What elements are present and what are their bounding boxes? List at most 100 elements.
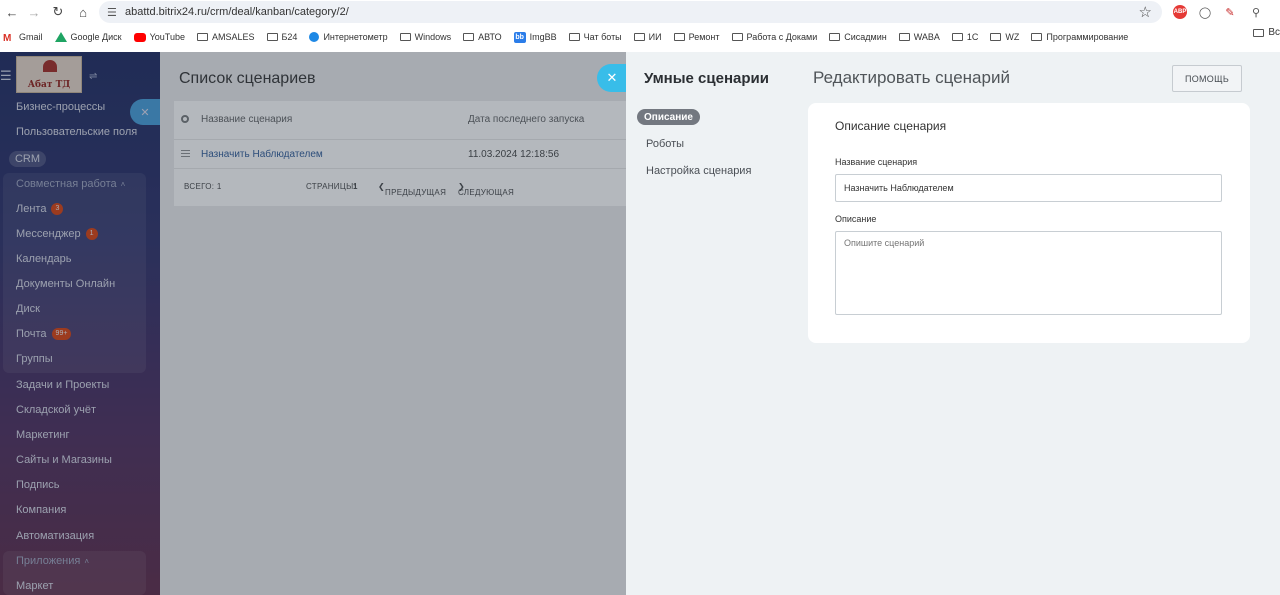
left-sidebar: ☰ Абат ТД ⇌ CRM Бизнес-процессы Пользоват…: [0, 52, 160, 595]
bookmark-item[interactable]: Windows: [399, 32, 452, 42]
description-field-label: Описание: [835, 214, 877, 224]
bookmark-label: Чат боты: [583, 32, 622, 42]
bookmark-label: 1С: [966, 32, 979, 42]
address-bar[interactable]: ☰ abattd.bitrix24.ru/crm/deal/kanban/cat…: [99, 1, 1162, 23]
bookmark-item[interactable]: WZ: [990, 32, 1019, 42]
prev-page-button[interactable]: ❮ ПРЕДЫДУЩАЯ: [378, 182, 446, 197]
sidebar-collapse-button[interactable]: ✕: [130, 99, 160, 125]
total-count: ВСЕГО: 1: [184, 182, 222, 191]
bookmark-item[interactable]: АВТО: [463, 32, 502, 42]
bookmark-label: WABA: [913, 32, 940, 42]
bookmark-label: ИИ: [648, 32, 662, 42]
folder-icon: [898, 33, 910, 41]
pages-label: СТРАНИЦЫ:: [306, 182, 356, 191]
bookmark-label: Windows: [414, 32, 452, 42]
row-menu-icon[interactable]: [181, 150, 190, 157]
folder-icon: [1253, 28, 1265, 37]
bookmark-item[interactable]: Сисадмин: [829, 32, 887, 42]
reload-icon[interactable]: ↻: [46, 0, 70, 24]
page-number[interactable]: 1: [353, 182, 358, 191]
folder-icon: [196, 33, 208, 41]
edit-scenario-title: Редактировать сценарий: [813, 68, 1010, 87]
adblock-icon[interactable]: ABP: [1173, 5, 1187, 19]
help-button[interactable]: ПОМОЩЬ: [1172, 65, 1242, 92]
bookmark-label: WZ: [1005, 32, 1020, 42]
browser-toolbar: ← → ↻ ⌂ ☰ abattd.bitrix24.ru/crm/deal/ka…: [0, 0, 1280, 24]
folder-icon: [731, 33, 743, 41]
bookmark-item[interactable]: 1С: [951, 32, 979, 42]
close-slider-button[interactable]: ✕: [597, 64, 627, 92]
bookmark-label: АВТО: [478, 32, 502, 42]
folder-icon: [463, 33, 475, 41]
grid-footer: ВСЕГО: 1 СТРАНИЦЫ: 1 ❮ ПРЕДЫДУЩАЯ СЛЕДУЮ…: [174, 176, 626, 198]
overlay-dim: [0, 52, 160, 595]
scenario-name-link[interactable]: Назначить Наблюдателем: [201, 149, 323, 160]
bookmark-item[interactable]: Программирование: [1031, 32, 1128, 42]
bookmark-item[interactable]: WABA: [898, 32, 940, 42]
site-settings-icon[interactable]: ☰: [107, 6, 125, 19]
next-page-label: СЛЕДУЮЩАЯ: [458, 188, 515, 197]
bookmark-label: Б24: [281, 32, 298, 42]
bookmark-item[interactable]: ИИ: [633, 32, 662, 42]
bookmark-item[interactable]: Чат боты: [568, 32, 622, 42]
folder-icon: [399, 33, 411, 41]
scenario-name-input[interactable]: [835, 174, 1222, 202]
scenario-list-area: Список сценариев Название сценария Дата …: [160, 52, 626, 595]
forward-arrow-icon[interactable]: →: [22, 0, 46, 24]
bookmark-label: Работа с Доками: [746, 32, 818, 42]
bookmark-label: Google Диск: [70, 32, 122, 42]
nav-robots[interactable]: Роботы: [646, 138, 684, 150]
extensions-icon[interactable]: ⚲: [1247, 3, 1265, 21]
globe-icon[interactable]: ◯: [1196, 3, 1214, 21]
panel-title: Умные сценарии: [644, 70, 769, 87]
folder-icon: [990, 33, 1002, 41]
bookmarks-bar: M Gmail Google Диск YouTube AMSALES Б24 Интерн…: [0, 27, 1280, 47]
bookmark-label: Программирование: [1046, 32, 1129, 42]
next-page-button[interactable]: СЛЕДУЮЩАЯ ❯: [458, 182, 514, 197]
bookmark-item[interactable]: AMSALES: [196, 32, 255, 42]
name-field-label: Название сценария: [835, 157, 918, 167]
nav-scenario-settings[interactable]: Настройка сценария: [646, 165, 751, 177]
grid-settings-icon[interactable]: [181, 115, 189, 123]
bookmark-item[interactable]: Google Диск: [54, 32, 122, 42]
grid-header: Название сценария Дата последнего запуск…: [174, 101, 626, 137]
bitrix-app: ☰ Абат ТД ⇌ CRM Бизнес-процессы Пользоват…: [0, 52, 1280, 595]
imgbb-icon: bb: [513, 31, 526, 43]
scenario-description-textarea[interactable]: [835, 231, 1222, 315]
home-icon[interactable]: ⌂: [71, 0, 95, 24]
back-arrow-icon[interactable]: ←: [0, 0, 24, 24]
youtube-icon: [133, 32, 146, 42]
bookmark-item[interactable]: YouTube: [133, 32, 185, 42]
bookmarks-more[interactable]: Вс: [1253, 27, 1280, 38]
folder-icon: [951, 33, 963, 41]
bookmark-item[interactable]: Б24: [266, 32, 298, 42]
bookmark-label: AMSALES: [211, 32, 255, 42]
google-drive-icon: [54, 32, 67, 42]
star-icon[interactable]: ☆: [1139, 3, 1152, 21]
bookmark-item[interactable]: M Gmail: [3, 32, 43, 44]
prev-page-label: ПРЕДЫДУЩАЯ: [385, 188, 447, 197]
bookmark-item[interactable]: Работа с Доками: [731, 32, 818, 42]
bookmark-item[interactable]: Ремонт: [673, 32, 720, 42]
scenario-description-card: Описание сценария Название сценария Опис…: [808, 103, 1250, 343]
gmail-icon: M: [3, 32, 12, 44]
folder-icon: [633, 33, 645, 41]
bookmark-label: Сисадмин: [844, 32, 887, 42]
bookmark-label: YouTube: [149, 32, 185, 42]
bookmarks-more-label: Вс: [1268, 27, 1280, 38]
column-header-name[interactable]: Название сценария: [201, 114, 292, 125]
speedometer-icon: [309, 32, 320, 42]
nav-description[interactable]: Описание: [637, 109, 700, 125]
card-title: Описание сценария: [835, 119, 947, 133]
pen-icon[interactable]: ✎: [1221, 3, 1239, 21]
bookmark-item[interactable]: Интернетометр: [309, 32, 388, 42]
column-header-date[interactable]: Дата последнего запуска: [468, 114, 584, 125]
bookmark-item[interactable]: bb ImgBB: [513, 31, 557, 43]
folder-icon: [1031, 33, 1043, 41]
url-text: abattd.bitrix24.ru/crm/deal/kanban/categ…: [125, 6, 349, 18]
folder-icon: [829, 33, 841, 41]
page-title: Список сценариев: [179, 70, 316, 87]
table-row[interactable]: Назначить Наблюдателем 11.03.2024 12:18:…: [174, 139, 626, 169]
folder-icon: [568, 33, 580, 41]
bookmark-label: Ремонт: [688, 32, 720, 42]
